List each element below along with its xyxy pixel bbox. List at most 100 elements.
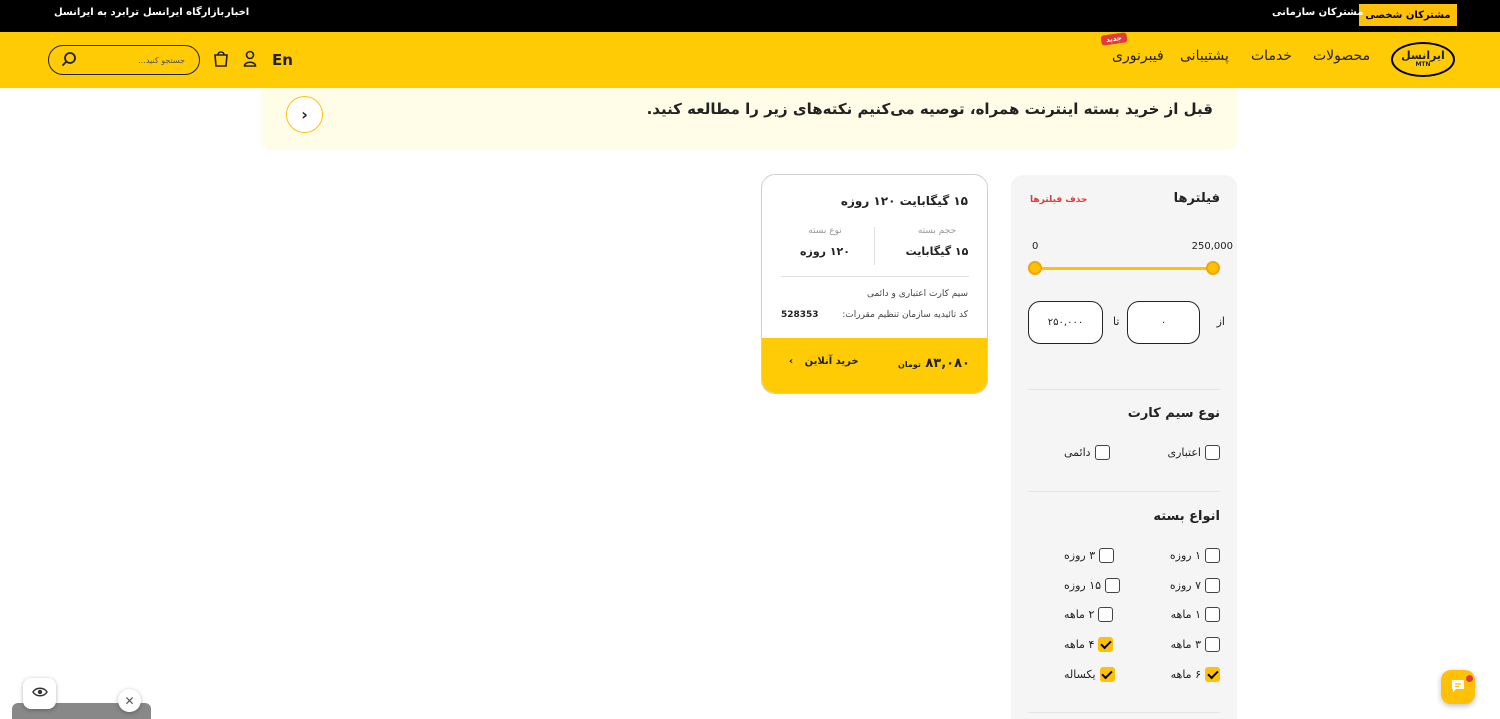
sim-option-postpaid[interactable]: دائمی <box>1064 445 1110 460</box>
buy-online-label: خرید آنلاین <box>804 356 859 367</box>
price-from-input[interactable]: ۰ <box>1127 301 1200 344</box>
main-header: ایرانسل MTN محصولات خدمات پشتیبانی فیبرن… <box>0 32 1500 88</box>
price-range-min-handle[interactable] <box>1028 261 1042 275</box>
logo-text: ایرانسل <box>1401 49 1445 62</box>
option-label: ۶ ماهه <box>1170 668 1201 681</box>
nav-fiber[interactable]: فیبرنوری <box>1112 48 1164 64</box>
personal-subscribers-button[interactable]: مشترکان شخصی <box>1359 4 1457 26</box>
pkg-option-1year[interactable]: یکساله <box>1064 667 1115 682</box>
checkbox-checked[interactable] <box>1099 667 1115 682</box>
top-bar: مشترکان شخصی مشترکان سازمانی اخبار بازار… <box>0 0 1500 32</box>
divider <box>1028 389 1220 390</box>
regulator-code-label: کد تائیدیه سازمان تنظیم مقررات: <box>842 310 968 320</box>
pkg-option-7day[interactable]: ۷ روزه <box>1170 578 1220 593</box>
card-footer: ۸۳,۰۸۰ تومان خرید آنلاین › <box>762 338 987 393</box>
irancell-logo[interactable]: ایرانسل MTN <box>1391 42 1455 77</box>
checkbox-checked[interactable] <box>1205 667 1220 682</box>
pkg-option-6month[interactable]: ۶ ماهه <box>1171 667 1220 682</box>
trabord-link[interactable]: ترابرد به ایرانسل <box>54 7 139 18</box>
sim-type-title: نوع سیم کارت <box>1127 406 1220 421</box>
notice-banner: قبل از خرید بسته اینترنت همراه، توصیه می… <box>261 88 1237 150</box>
chevron-right-icon: › <box>789 356 794 367</box>
from-label: از <box>1216 315 1225 328</box>
option-label: ۱۵ روزه <box>1064 579 1102 592</box>
price-amount: ۸۳,۰۸۰ <box>925 356 970 371</box>
sim-option-prepaid[interactable]: اعتباری <box>1167 445 1220 460</box>
checkbox[interactable] <box>1098 607 1114 622</box>
cart-icon[interactable] <box>213 50 229 71</box>
news-link[interactable]: اخبار <box>225 7 249 18</box>
pkg-option-4month[interactable]: ۴ ماهه <box>1064 637 1114 652</box>
checkbox[interactable] <box>1205 637 1220 652</box>
sim-type-text: سیم کارت اعتباری و دائمی <box>866 289 968 299</box>
search-box[interactable] <box>48 45 200 75</box>
checkbox[interactable] <box>1205 548 1220 563</box>
regulator-code-value: 528353 <box>781 310 819 320</box>
filters-panel: فیلترها حذف فیلترها 0 250,000 از ۰ تا ۲۵… <box>1011 175 1237 719</box>
option-label: ۳ ماهه <box>1170 638 1201 651</box>
checkbox[interactable] <box>1205 445 1220 460</box>
eye-icon <box>31 684 48 703</box>
option-label: اعتباری <box>1167 446 1201 459</box>
pkg-option-3day[interactable]: ۳ روزه <box>1064 548 1115 563</box>
checkbox[interactable] <box>1105 578 1121 593</box>
volume-value: ۱۵ گیگابایت <box>905 245 969 258</box>
buy-online-button[interactable]: خرید آنلاین › <box>789 356 859 367</box>
new-badge: جدید <box>1100 32 1128 46</box>
price-currency: تومان <box>898 360 921 369</box>
nav-products[interactable]: محصولات <box>1313 48 1370 64</box>
option-label: ۴ ماهه <box>1064 638 1095 651</box>
package-types-title: انواع بسته <box>1153 509 1220 524</box>
pkg-option-1day[interactable]: ۱ روزه <box>1170 548 1220 563</box>
price-range-min-label: 0 <box>1032 241 1039 252</box>
package-card[interactable]: ۱۵ گیگابایت ۱۲۰ روزه حجم بسته ۱۵ گیگابای… <box>761 174 988 394</box>
pkg-option-3month[interactable]: ۳ ماهه <box>1171 637 1220 652</box>
checkbox-checked[interactable] <box>1098 637 1114 652</box>
checkbox[interactable] <box>1099 548 1115 563</box>
notice-expand-button[interactable]: › <box>286 96 323 133</box>
checkbox[interactable] <box>1205 578 1220 593</box>
divider <box>1028 712 1220 713</box>
checkbox[interactable] <box>1094 445 1110 460</box>
marketplace-link[interactable]: بازارگاه ایرانسل <box>143 7 224 18</box>
notification-dot <box>1466 675 1473 682</box>
volume-label: حجم بسته <box>917 226 957 236</box>
price-range-track[interactable] <box>1035 267 1213 270</box>
logo-subtext: MTN <box>1415 61 1431 68</box>
language-switch[interactable]: En <box>272 51 293 69</box>
user-icon[interactable] <box>243 50 257 71</box>
clear-filters-link[interactable]: حذف فیلترها <box>1030 195 1087 205</box>
price-range-max-handle[interactable] <box>1206 261 1220 275</box>
accessibility-button[interactable] <box>23 678 56 709</box>
divider <box>874 227 875 265</box>
pkg-option-2month[interactable]: ۲ ماهه <box>1064 607 1114 622</box>
nav-support[interactable]: پشتیبانی <box>1180 48 1229 64</box>
close-icon[interactable]: ✕ <box>118 689 141 712</box>
option-label: یکساله <box>1064 668 1096 681</box>
checkbox[interactable] <box>1205 607 1220 622</box>
notice-text: قبل از خرید بسته اینترنت همراه، توصیه می… <box>646 100 1213 118</box>
package-price: ۸۳,۰۸۰ تومان <box>898 356 970 371</box>
option-label: ۲ ماهه <box>1064 608 1095 621</box>
divider <box>1028 491 1220 492</box>
to-label: تا <box>1113 315 1120 328</box>
type-label: نوع بسته <box>808 226 842 236</box>
pkg-option-1month[interactable]: ۱ ماهه <box>1171 607 1220 622</box>
business-subscribers-link[interactable]: مشترکان سازمانی <box>1272 7 1363 18</box>
option-label: ۳ روزه <box>1064 549 1096 562</box>
price-range-max-label: 250,000 <box>1191 241 1233 252</box>
type-value: ۱۲۰ روزه <box>800 245 850 258</box>
option-label: ۱ ماهه <box>1170 608 1201 621</box>
search-icon[interactable] <box>61 51 77 71</box>
pkg-option-15day[interactable]: ۱۵ روزه <box>1064 578 1121 593</box>
option-label: دائمی <box>1064 446 1091 459</box>
chat-icon <box>1450 678 1466 697</box>
filters-title: فیلترها <box>1173 191 1220 206</box>
option-label: ۷ روزه <box>1169 579 1201 592</box>
divider <box>781 276 969 277</box>
package-title: ۱۵ گیگابایت ۱۲۰ روزه <box>840 194 968 208</box>
nav-services[interactable]: خدمات <box>1251 48 1292 64</box>
search-input[interactable] <box>85 52 185 68</box>
price-to-input[interactable]: ۲۵۰,۰۰۰ <box>1028 301 1103 344</box>
option-label: ۱ روزه <box>1169 549 1201 562</box>
